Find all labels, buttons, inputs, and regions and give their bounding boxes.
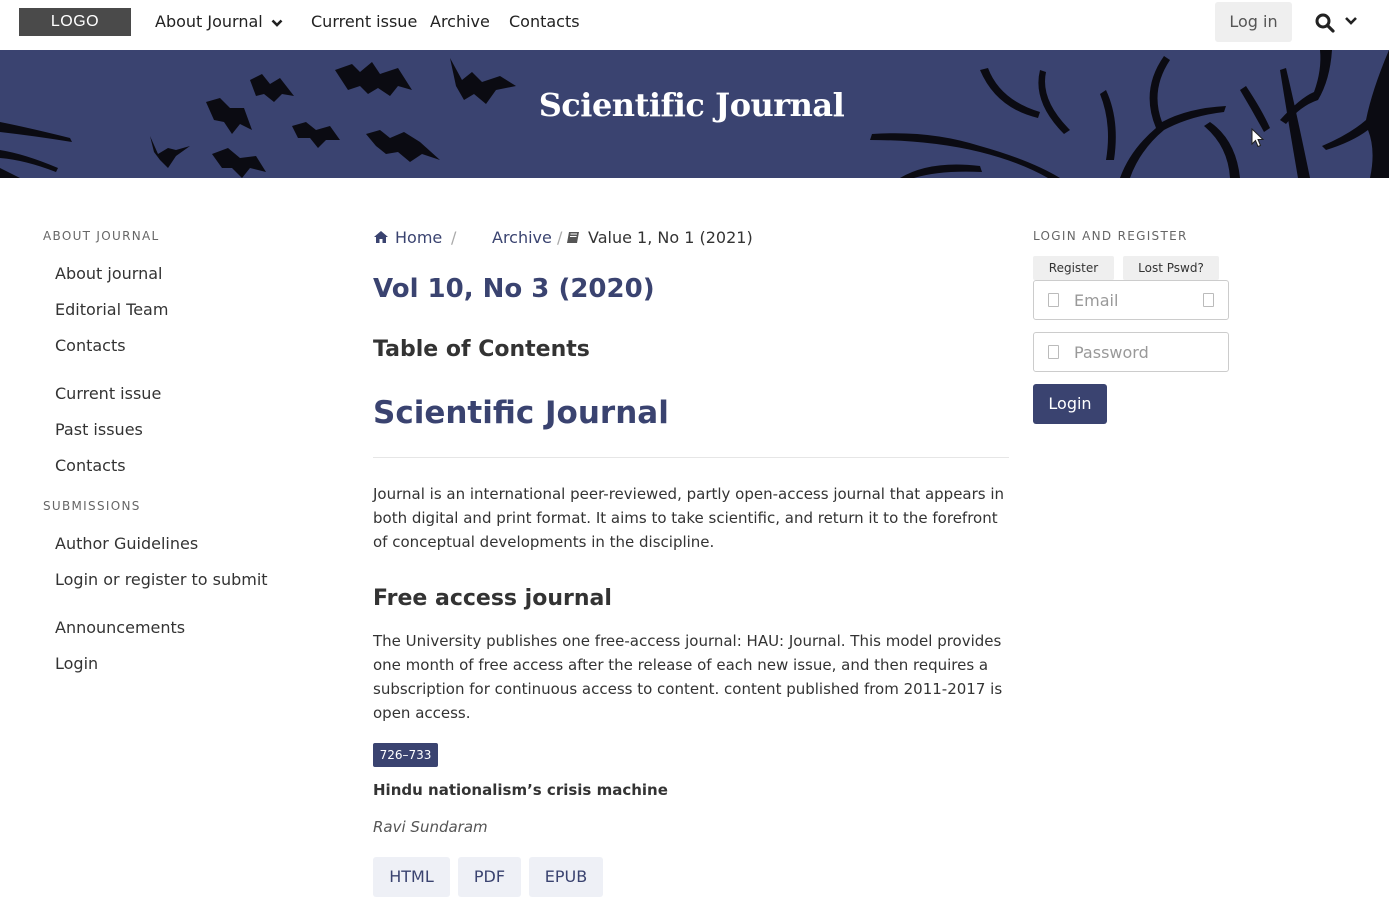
- breadcrumb-separator: /: [557, 228, 563, 247]
- search-toggle[interactable]: [1314, 12, 1362, 34]
- journal-title: Scientific Journal: [373, 395, 669, 431]
- issue-title: Vol 10, No 3 (2020): [373, 274, 655, 304]
- chevron-down-icon: [271, 13, 283, 33]
- journal-description: Journal is an international peer-reviewe…: [373, 485, 1005, 551]
- galley-pdf-button[interactable]: PDF: [458, 857, 521, 897]
- nav-current-issue[interactable]: Current issue: [311, 12, 417, 32]
- top-navigation: LOGO About Journal Current issue Archive…: [0, 0, 1389, 51]
- sidebar-link-editorial-team[interactable]: Editorial Team: [55, 300, 168, 320]
- sidebar-link-login[interactable]: Login: [55, 654, 98, 674]
- home-icon: [374, 231, 388, 243]
- galley-html-button[interactable]: HTML: [373, 857, 450, 897]
- table-of-contents-heading: Table of Contents: [373, 337, 590, 362]
- breadcrumb-archive[interactable]: Archive: [492, 228, 552, 248]
- sidebar-link-author-guidelines[interactable]: Author Guidelines: [55, 534, 198, 554]
- divider: [373, 457, 1009, 458]
- email-icon: [1048, 293, 1059, 307]
- sidebar-link-about-journal[interactable]: About journal: [55, 264, 162, 284]
- pages-badge: 726–733: [373, 743, 438, 767]
- mouse-cursor-icon: [1251, 128, 1265, 148]
- nav-archive[interactable]: Archive: [430, 12, 490, 32]
- sidebar-link-current-issue[interactable]: Current issue: [55, 384, 161, 404]
- breadcrumb-home[interactable]: Home: [373, 228, 442, 248]
- banner-title: Scientific Journal: [538, 86, 845, 124]
- breadcrumb-home-label: Home: [395, 228, 443, 247]
- email-input[interactable]: [1074, 281, 1214, 319]
- sidebar-link-contacts-2[interactable]: Contacts: [55, 456, 126, 476]
- login-button-top[interactable]: Log in: [1215, 2, 1292, 42]
- galley-epub-button[interactable]: EPUB: [529, 857, 603, 897]
- journal-banner: Scientific Journal: [0, 50, 1389, 178]
- breadcrumb-current: Value 1, No 1 (2021): [566, 228, 753, 248]
- sidebar-link-contacts[interactable]: Contacts: [55, 336, 126, 356]
- sidebar-link-announcements[interactable]: Announcements: [55, 618, 185, 638]
- site-logo[interactable]: LOGO: [19, 8, 131, 36]
- lock-icon: [1048, 345, 1059, 359]
- sidebar-link-login-register-submit[interactable]: Login or register to submit: [55, 570, 268, 590]
- article-title[interactable]: Hindu nationalism’s crisis machine: [373, 781, 668, 799]
- breadcrumb-separator: /: [451, 228, 457, 247]
- nav-about-journal[interactable]: About Journal: [155, 12, 283, 33]
- section-title: Free access journal: [373, 586, 612, 611]
- register-tab[interactable]: Register: [1033, 256, 1114, 280]
- book-icon: [567, 232, 579, 243]
- lost-password-tab[interactable]: Lost Pswd?: [1123, 256, 1219, 280]
- password-input[interactable]: [1074, 333, 1214, 371]
- sidebar-heading-submissions: SUBMISSIONS: [43, 499, 141, 513]
- email-field[interactable]: [1033, 280, 1229, 320]
- login-register-heading: LOGIN AND REGISTER: [1033, 229, 1188, 243]
- login-submit-button[interactable]: Login: [1033, 384, 1107, 424]
- breadcrumb-current-label: Value 1, No 1 (2021): [588, 228, 753, 247]
- password-field[interactable]: [1033, 332, 1229, 372]
- search-icon: [1315, 13, 1357, 33]
- section-description: The University publishes one free-access…: [373, 632, 1003, 722]
- sidebar-link-past-issues[interactable]: Past issues: [55, 420, 143, 440]
- autofill-icon: [1203, 293, 1214, 307]
- nav-about-journal-label: About Journal: [155, 12, 263, 31]
- sidebar-heading-about: ABOUT JOURNAL: [43, 229, 160, 243]
- nav-contacts[interactable]: Contacts: [509, 12, 580, 32]
- article-author: Ravi Sundaram: [373, 818, 488, 836]
